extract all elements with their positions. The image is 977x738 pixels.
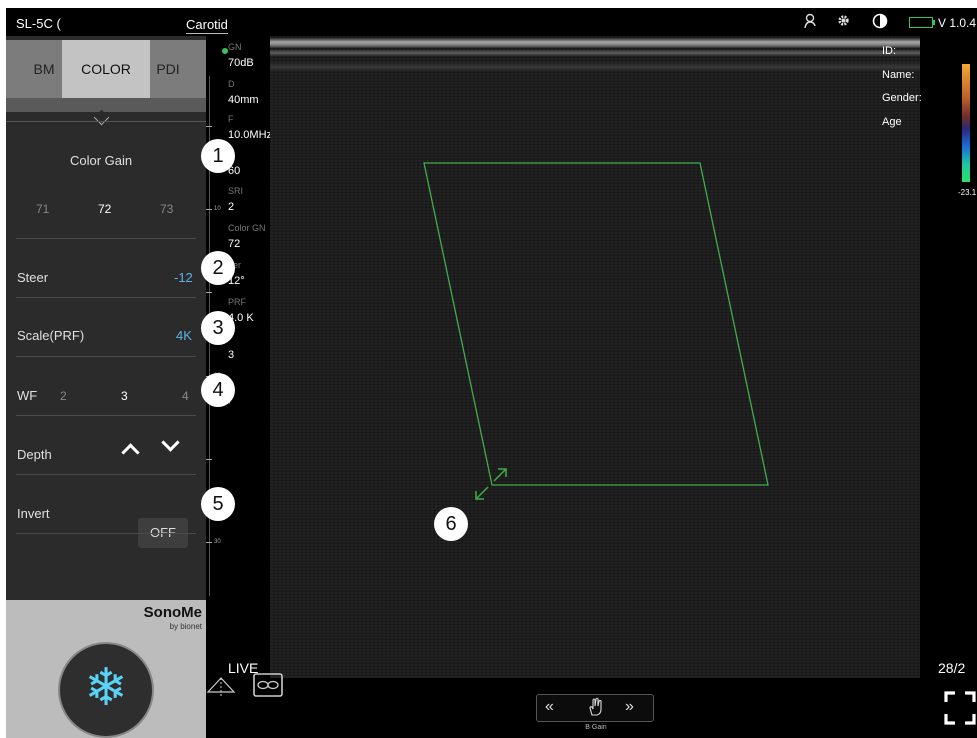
color-gain-label: Color Gain [70, 153, 133, 168]
brand-sub: by bionet [169, 622, 202, 631]
divider [16, 415, 196, 416]
param-value: 2 [228, 201, 235, 213]
divider [16, 238, 196, 239]
version-label: V 1.0.4 [938, 16, 977, 30]
param-value: 3 [228, 349, 235, 361]
gear-icon[interactable] [836, 13, 851, 33]
probe-name[interactable]: SL-5C ( [16, 16, 61, 31]
scale-tick [206, 209, 212, 210]
top-bar: SL-5C ( Carotid V 1.0.4 [6, 8, 977, 36]
param-label: F [228, 114, 234, 124]
fullscreen-icon[interactable] [944, 691, 976, 725]
contrast-icon[interactable] [872, 13, 888, 34]
callout-1: 1 [201, 139, 235, 173]
battery-icon [909, 17, 935, 28]
layout-icon[interactable] [252, 672, 284, 700]
probe-view-icon[interactable] [206, 676, 236, 698]
chevron-down-icon [93, 109, 110, 126]
gain-decrease-icon[interactable]: « [545, 698, 554, 716]
param-label: PRF [228, 297, 246, 307]
mode-tabs: BM COLOR PDI [6, 40, 206, 98]
divider [6, 121, 206, 122]
ultrasound-image[interactable] [270, 36, 920, 678]
divider [16, 356, 196, 357]
b-gain-control[interactable]: « » [536, 694, 654, 722]
color-scale-bar [962, 64, 970, 182]
param-value: 10.0MHz [228, 129, 273, 141]
brand-logo: SonoMe [143, 604, 202, 621]
callout-5: 5 [201, 487, 235, 521]
patient-gender-label: Gender: [882, 92, 922, 104]
wf-option-selected[interactable]: 3 [121, 389, 128, 403]
scale-tick [206, 126, 212, 127]
param-value: 40mm [228, 94, 259, 106]
wf-option[interactable]: 2 [60, 389, 67, 403]
scale-tick [206, 542, 212, 543]
scale-prf-label: Scale(PRF) [17, 328, 85, 343]
callout-4: 4 [201, 373, 235, 407]
callout-6: 6 [434, 507, 468, 541]
control-panel: BM COLOR PDI Color Gain 71 72 73 Steer -… [6, 36, 206, 738]
ultrasound-app-window: SL-5C ( Carotid V 1.0.4 BM COLOR PDI Col… [6, 8, 977, 738]
param-label: D [228, 79, 235, 89]
color-gain-option[interactable]: 71 [36, 202, 49, 216]
b-gain-label: B Gain [585, 724, 607, 731]
tab-bm[interactable]: BM [24, 40, 64, 98]
snowflake-icon: ❄ [84, 659, 128, 717]
preset-name[interactable]: Carotid [186, 17, 228, 34]
patient-age-label: Age [882, 116, 902, 128]
param-value: 72 [228, 238, 241, 250]
frame-counter: 28/2 [938, 660, 966, 676]
color-roi-box[interactable] [270, 36, 920, 678]
steer-value[interactable]: -12 [174, 270, 193, 285]
depth-down-icon[interactable] [161, 433, 180, 452]
scale-prf-value[interactable]: 4K [176, 328, 192, 343]
depth-up-icon[interactable] [121, 443, 140, 462]
gain-increase-icon[interactable]: » [625, 698, 634, 716]
mode-strip [6, 98, 206, 112]
color-gain-option-selected[interactable]: 72 [98, 202, 111, 216]
callout-3: 3 [201, 311, 235, 345]
scale-tick [206, 459, 212, 460]
tab-pdi[interactable]: PDI [148, 40, 188, 98]
patient-id-label: ID: [882, 45, 897, 57]
roi-resize-icon [475, 468, 507, 500]
freeze-button[interactable]: ❄ [58, 642, 154, 738]
invert-label: Invert [17, 506, 50, 521]
scale-tick [206, 292, 212, 293]
user-icon[interactable] [804, 13, 818, 34]
param-label: Color GN [228, 223, 266, 233]
status-dot-icon [222, 48, 228, 54]
color-scale-label: -23.1 [958, 188, 977, 197]
wf-label: WF [17, 388, 38, 403]
divider [16, 474, 196, 475]
parameter-column: 10 20 30 GN 70dB D 40mm F 10.0MHz 60 SRI… [206, 36, 276, 676]
scale-label: 10 [214, 206, 221, 212]
depth-label: Depth [17, 447, 52, 462]
divider [16, 297, 196, 298]
param-label: GN [228, 42, 242, 52]
callout-2: 2 [201, 251, 235, 285]
hand-icon [587, 697, 603, 722]
divider [16, 533, 196, 534]
param-label: SRI [228, 186, 244, 196]
steer-label: Steer [17, 270, 49, 285]
color-gain-option[interactable]: 73 [160, 202, 173, 216]
scale-label: 30 [214, 539, 221, 545]
brand-area: SonoMe by bionet ❄ [6, 600, 206, 738]
patient-name-label: Name: [882, 69, 915, 81]
tab-color[interactable]: COLOR [62, 40, 150, 98]
param-value: 70dB [228, 57, 254, 69]
wf-option[interactable]: 4 [182, 389, 189, 403]
